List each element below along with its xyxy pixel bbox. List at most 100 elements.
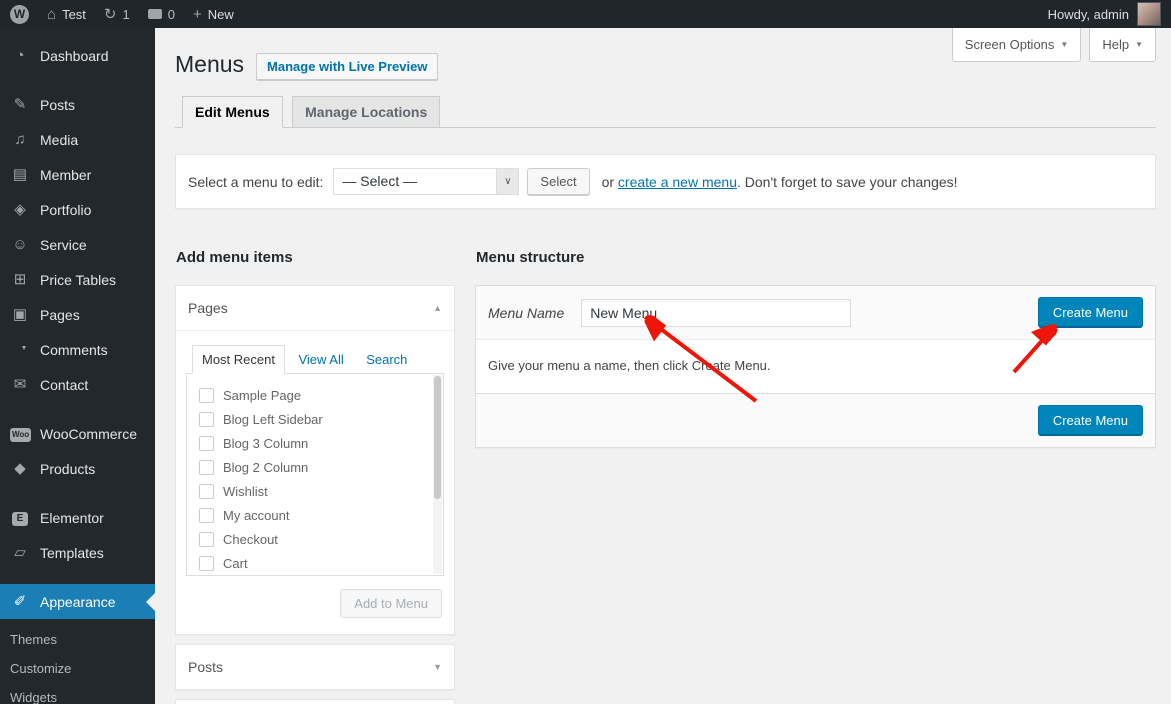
create-menu-button-bottom[interactable]: Create Menu — [1038, 405, 1143, 436]
help-button[interactable]: Help ▼ — [1089, 28, 1156, 62]
create-menu-hint: or create a new menu. Don't forget to sa… — [602, 174, 958, 190]
select-button[interactable]: Select — [527, 168, 589, 195]
folder-icon: ▱ — [10, 545, 30, 560]
menu-select-value: — Select — — [334, 169, 496, 194]
sidebar-item-price-tables[interactable]: ⊞ Price Tables — [0, 262, 155, 297]
posts-panel: Posts ▼ — [175, 644, 455, 690]
grid-icon: ⊞ — [10, 272, 30, 287]
brush-icon: ✐ — [10, 594, 30, 609]
sidebar-item-member[interactable]: ▤ Member — [0, 157, 155, 192]
page-checkbox[interactable] — [199, 484, 214, 499]
dashboard-icon: ◔ — [10, 48, 30, 63]
woocommerce-icon: Woo — [10, 425, 30, 442]
page-checkbox[interactable] — [199, 556, 214, 571]
pages-panel-title: Pages — [188, 300, 228, 316]
admin-bar: W ⌂ Test ↻ 1 0 + New Howdy, admin — [0, 0, 1171, 28]
scrollbar-thumb[interactable] — [434, 376, 441, 499]
page-title: Menus — [175, 51, 244, 79]
menu-select-bar: Select a menu to edit: — Select — ∨ Sele… — [175, 154, 1156, 209]
list-item: Checkout — [187, 527, 443, 551]
updates-icon: ↻ — [104, 7, 117, 22]
sidebar-separator — [0, 402, 155, 416]
sidebar-submenu-customize[interactable]: Customize — [0, 654, 155, 683]
menu-select-dropdown[interactable]: — Select — ∨ — [333, 168, 519, 195]
sidebar-item-media[interactable]: ♫ Media — [0, 122, 155, 157]
comments-count: 0 — [168, 7, 175, 22]
or-label: or — [602, 174, 614, 190]
sidebar-item-label: Posts — [40, 97, 75, 113]
sidebar-item-service[interactable]: ☺ Service — [0, 227, 155, 262]
sidebar-item-elementor[interactable]: E Elementor — [0, 500, 155, 535]
page-checkbox[interactable] — [199, 532, 214, 547]
list-item: Blog 2 Column — [187, 455, 443, 479]
publish-actions-row: Create Menu — [476, 393, 1155, 447]
updates-link[interactable]: ↻ 1 — [104, 7, 130, 22]
page-item-label: Sample Page — [223, 388, 301, 403]
create-menu-button[interactable]: Create Menu — [1038, 297, 1143, 328]
howdy-account-link[interactable]: Howdy, admin — [1048, 7, 1129, 22]
sidebar-item-posts[interactable]: ✎ Posts — [0, 87, 155, 122]
tab-search[interactable]: Search — [357, 346, 416, 373]
save-changes-reminder: . Don't forget to save your changes! — [737, 174, 958, 190]
page-item-label: Wishlist — [223, 484, 268, 499]
page-checkbox[interactable] — [199, 436, 214, 451]
create-a-new-menu-link[interactable]: create a new menu — [618, 174, 737, 190]
pages-icon: ▣ — [10, 307, 30, 322]
comment-bubble-icon — [148, 9, 162, 19]
screen-options-button[interactable]: Screen Options ▼ — [952, 28, 1082, 62]
manage-with-live-preview-button[interactable]: Manage with Live Preview — [256, 53, 438, 80]
custom-links-panel-header[interactable]: Custom Links ▼ — [176, 700, 454, 704]
comments-link[interactable]: 0 — [148, 7, 175, 22]
posts-panel-header[interactable]: Posts ▼ — [176, 645, 454, 689]
sidebar-item-portfolio[interactable]: ◈ Portfolio — [0, 192, 155, 227]
tab-manage-locations[interactable]: Manage Locations — [292, 96, 440, 128]
chevron-down-icon: ▼ — [1060, 40, 1068, 49]
menu-structure-heading: Menu structure — [476, 249, 1156, 266]
list-item: My account — [187, 503, 443, 527]
menu-helper-text: Give your menu a name, then click Create… — [476, 340, 1155, 393]
page-checkbox[interactable] — [199, 508, 214, 523]
sidebar-item-dashboard[interactable]: ◔ Dashboard — [0, 38, 155, 73]
sidebar-item-pages[interactable]: ▣ Pages — [0, 297, 155, 332]
new-label: New — [208, 7, 234, 22]
tab-edit-menus[interactable]: Edit Menus — [182, 96, 283, 128]
pages-panel-header[interactable]: Pages ▲ — [176, 286, 454, 331]
admin-sidebar: ◔ Dashboard ✎ Posts ♫ Media ▤ Member ◈ P… — [0, 28, 155, 704]
page-checkbox[interactable] — [199, 460, 214, 475]
list-item: Sample Page — [187, 383, 443, 407]
add-to-menu-button[interactable]: Add to Menu — [340, 589, 442, 618]
list-item: Wishlist — [187, 479, 443, 503]
sidebar-separator — [0, 570, 155, 584]
sidebar-item-products[interactable]: ◆ Products — [0, 451, 155, 486]
plus-icon: + — [193, 7, 202, 22]
sidebar-submenu-widgets[interactable]: Widgets — [0, 683, 155, 704]
sidebar-item-templates[interactable]: ▱ Templates — [0, 535, 155, 570]
select-arrow-icon: ∨ — [496, 169, 518, 194]
site-name-link[interactable]: ⌂ Test — [47, 7, 86, 22]
sidebar-item-label: Media — [40, 132, 78, 148]
page-checkbox[interactable] — [199, 412, 214, 427]
box-icon: ◆ — [10, 461, 30, 476]
sidebar-item-label: Dashboard — [40, 48, 109, 64]
wordpress-logo-icon: W — [10, 5, 29, 24]
nav-tabs: Edit Menus Manage Locations — [175, 96, 1156, 128]
add-menu-items-heading: Add menu items — [176, 249, 455, 266]
tab-most-recent[interactable]: Most Recent — [192, 345, 285, 374]
sidebar-item-label: Contact — [40, 377, 88, 393]
wp-logo-menu[interactable]: W — [10, 5, 29, 24]
sidebar-item-appearance[interactable]: ✐ Appearance — [0, 584, 155, 619]
avatar[interactable] — [1137, 2, 1161, 26]
pages-checklist: Sample Page Blog Left Sidebar Blog 3 Col… — [186, 374, 444, 576]
sidebar-item-label: Pages — [40, 307, 80, 323]
scrollbar[interactable] — [433, 375, 442, 574]
page-item-label: Cart — [223, 556, 248, 571]
menu-name-input[interactable] — [581, 299, 851, 327]
sidebar-item-woocommerce[interactable]: Woo WooCommerce — [0, 416, 155, 451]
page-checkbox[interactable] — [199, 388, 214, 403]
sidebar-item-comments[interactable]: Comments — [0, 332, 155, 367]
tab-view-all[interactable]: View All — [289, 346, 352, 373]
sidebar-item-contact[interactable]: ✉ Contact — [0, 367, 155, 402]
sidebar-submenu-themes[interactable]: Themes — [0, 625, 155, 654]
collapse-arrow-icon: ▲ — [433, 303, 442, 313]
new-content-menu[interactable]: + New — [193, 7, 234, 22]
